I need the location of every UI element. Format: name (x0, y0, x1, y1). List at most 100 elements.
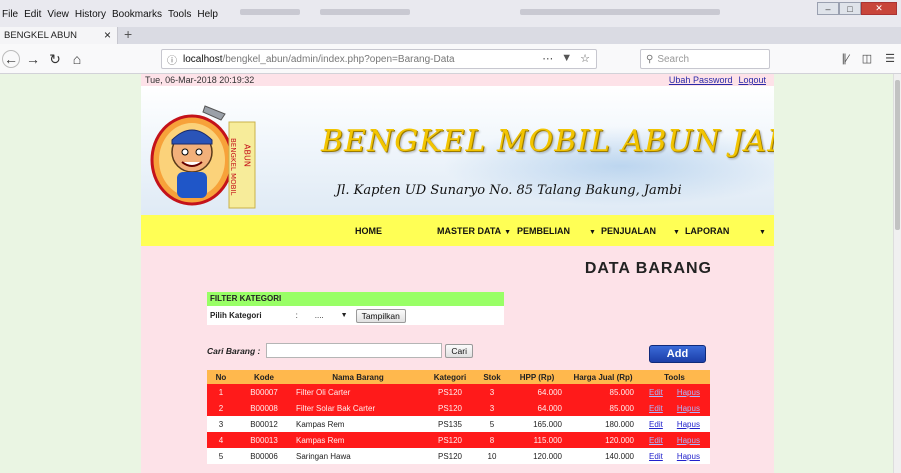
nav-master-label: MASTER DATA (437, 226, 502, 236)
category-filter: FILTER KATEGORI Pilih Kategori : .... ▼ … (207, 292, 504, 327)
reload-icon[interactable]: ↻ (46, 50, 64, 68)
table-row: 5 B00006 Saringan Hawa PS120 10 120.000 140.00… (207, 448, 710, 464)
sidebar-icon[interactable]: ◫ (862, 52, 872, 65)
cell-hpp: 115.000 (507, 432, 567, 448)
page-title: DATA BARANG (584, 260, 712, 277)
add-button[interactable]: Add (649, 345, 706, 363)
back-icon[interactable]: ← (2, 50, 20, 68)
cell-kode: B00007 (235, 384, 293, 400)
hamburger-menu-icon[interactable]: ☰ (885, 52, 895, 65)
menu-bookmarks[interactable]: Bookmarks (112, 9, 162, 20)
page-actions-icon[interactable]: ⋯ (542, 52, 553, 65)
cell-nama: Filter Oli Carter (293, 384, 423, 400)
cell-harga-jual: 85.000 (567, 384, 639, 400)
cell-no: 5 (207, 448, 235, 464)
chevron-down-icon: ▼ (340, 312, 348, 319)
delete-link[interactable]: Hapus (677, 404, 700, 413)
cell-stok: 8 (477, 432, 507, 448)
menu-edit[interactable]: Edit (24, 9, 41, 20)
items-table: No Kode Nama Barang Kategori Stok HPP (R… (207, 370, 710, 464)
menu-file[interactable]: File (2, 9, 18, 20)
cell-harga-jual: 180.000 (567, 416, 639, 432)
cell-tools: Edit Hapus (639, 448, 710, 464)
cell-tools: Edit Hapus (639, 432, 710, 448)
cell-hpp: 64.000 (507, 400, 567, 416)
delete-link[interactable]: Hapus (677, 420, 700, 429)
nav-laporan[interactable]: ▼ LAPORAN (673, 226, 729, 236)
cell-kategori: PS120 (423, 448, 477, 464)
bookmark-star-icon[interactable]: ☆ (580, 52, 590, 65)
cell-kode: B00012 (235, 416, 293, 432)
url-bar[interactable]: ⓘ localhost /bengkel_abun/admin/index.ph… (161, 49, 597, 69)
filter-header: FILTER KATEGORI (207, 292, 504, 306)
nav-penjualan[interactable]: ▼ PENJUALAN (589, 226, 656, 236)
site-info-icon[interactable]: ⓘ (167, 52, 183, 67)
forward-icon[interactable]: → (24, 50, 42, 68)
cell-nama: Kampas Rem (293, 416, 423, 432)
col-tools: Tools (639, 370, 710, 384)
edit-link[interactable]: Edit (649, 404, 663, 413)
browser-menubar: File Edit View History Bookmarks Tools H… (0, 0, 901, 27)
table-row: 2 B00008 Filter Solar Bak Carter PS120 3 64.0… (207, 400, 710, 416)
chevron-down-icon: ▼ (504, 229, 512, 236)
col-nama: Nama Barang (293, 370, 423, 384)
menu-tools[interactable]: Tools (168, 9, 191, 20)
delete-link[interactable]: Hapus (677, 452, 700, 461)
cell-no: 2 (207, 400, 235, 416)
table-row: 3 B00012 Kampas Rem PS135 5 165.000 180.000 Edi… (207, 416, 710, 432)
edit-link[interactable]: Edit (649, 452, 663, 461)
search-bar[interactable]: ⚲ Search (640, 49, 770, 69)
site-address: Jl. Kapten UD Sunaryo No. 85 Talang Baku… (336, 183, 682, 198)
menu-help[interactable]: Help (197, 9, 218, 20)
browser-tab[interactable]: BENGKEL ABUN × (0, 27, 118, 44)
cell-harga-jual: 120.000 (567, 432, 639, 448)
tab-strip: BENGKEL ABUN × + (0, 26, 901, 44)
edit-link[interactable]: Edit (649, 436, 663, 445)
logout-link[interactable]: Logout (738, 75, 766, 85)
change-password-link[interactable]: Ubah Password (669, 75, 733, 85)
show-button[interactable]: Tampilkan (355, 308, 406, 323)
cell-hpp: 165.000 (507, 416, 567, 432)
cell-nama: Saringan Hawa (293, 448, 423, 464)
search-button[interactable]: Cari (445, 343, 473, 358)
nav-penjualan-label: PENJUALAN (600, 226, 656, 236)
menu-list: File Edit View History Bookmarks Tools H… (2, 9, 218, 20)
blurred-titlebar-decoration (240, 9, 300, 15)
delete-link[interactable]: Hapus (677, 436, 700, 445)
logo-text-right: ABUN (243, 144, 252, 167)
search-input[interactable] (266, 343, 443, 358)
cell-hpp: 120.000 (507, 448, 567, 464)
vertical-scrollbar[interactable] (893, 74, 901, 473)
menu-view[interactable]: View (47, 9, 69, 20)
home-icon[interactable]: ⌂ (68, 50, 86, 68)
new-tab-icon[interactable]: + (124, 26, 132, 42)
scrollbar-thumb[interactable] (895, 80, 900, 230)
edit-link[interactable]: Edit (649, 420, 663, 429)
window-controls: – □ ✕ (817, 2, 897, 15)
maximize-icon[interactable]: □ (839, 2, 861, 15)
minimize-icon[interactable]: – (817, 2, 839, 15)
cell-kategori: PS120 (423, 384, 477, 400)
nav-pembelian[interactable]: PEMBELIAN (517, 226, 570, 236)
menu-history[interactable]: History (75, 9, 106, 20)
nav-master-data[interactable]: MASTER DATA ▼ (437, 226, 511, 236)
cell-stok: 3 (477, 384, 507, 400)
content-container: Tue, 06-Mar-2018 20:19:32 Ubah Password … (141, 74, 774, 473)
table-row: 1 B00007 Filter Oli Carter PS120 3 64.000 85.0… (207, 384, 710, 400)
edit-link[interactable]: Edit (649, 388, 663, 397)
nav-home[interactable]: HOME (355, 226, 382, 236)
mechanic-logo: BENGKEL MOBIL ABUN (150, 105, 256, 209)
cell-no: 4 (207, 432, 235, 448)
close-window-icon[interactable]: ✕ (861, 2, 897, 15)
delete-link[interactable]: Hapus (677, 388, 700, 397)
library-icon[interactable]: ∥⁄ (841, 52, 848, 65)
chevron-down-icon: ▼ (589, 229, 596, 236)
category-select[interactable]: : .... ▼ (293, 309, 350, 322)
close-tab-icon[interactable]: × (104, 28, 111, 42)
pocket-icon[interactable]: ▼ (561, 52, 572, 65)
cell-no: 1 (207, 384, 235, 400)
nav-more-caret[interactable]: ▼ (756, 226, 766, 236)
col-hpp: HPP (Rp) (507, 370, 567, 384)
cell-harga-jual: 85.000 (567, 400, 639, 416)
cell-kategori: PS120 (423, 400, 477, 416)
